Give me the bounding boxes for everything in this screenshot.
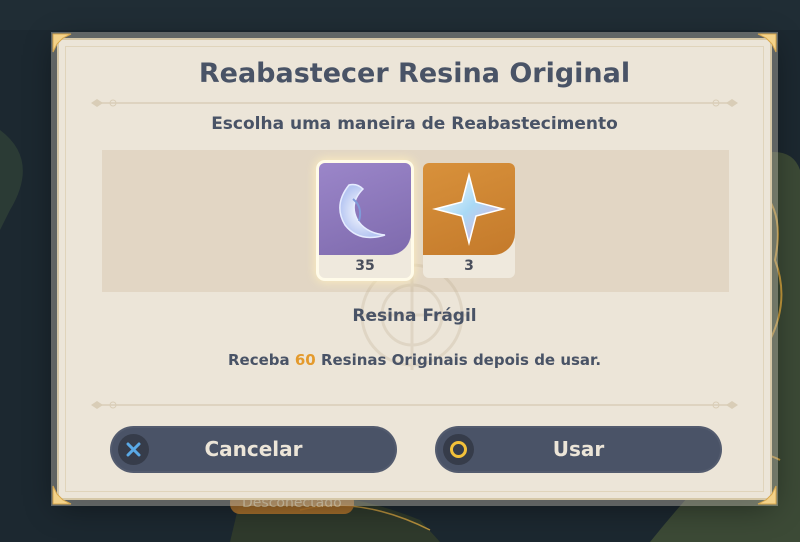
dialog-subtitle: Escolha uma maneira de Reabastecimento bbox=[211, 114, 618, 134]
description-suffix: Resinas Originais depois de usar. bbox=[315, 351, 602, 369]
corner-ornament-icon bbox=[51, 32, 73, 54]
corner-ornament-icon bbox=[756, 32, 778, 54]
cancel-button-label: Cancelar bbox=[204, 437, 303, 461]
item-count: 3 bbox=[464, 258, 474, 274]
use-button[interactable]: Usar bbox=[435, 426, 722, 473]
item-count: 35 bbox=[355, 258, 375, 274]
item-slot-fragile-resin[interactable]: 35 bbox=[319, 163, 411, 278]
corner-ornament-icon bbox=[756, 484, 778, 506]
footer-divider bbox=[91, 398, 738, 412]
corner-ornament-icon bbox=[51, 484, 73, 506]
resin-amount: 60 bbox=[294, 351, 316, 369]
selected-item-name: Resina Frágil bbox=[352, 306, 477, 326]
dialog-title: Reabastecer Resina Original bbox=[198, 58, 631, 89]
item-selection-panel: 35 3 bbox=[102, 150, 729, 370]
fragile-resin-icon bbox=[319, 163, 411, 255]
description-prefix: Receba bbox=[227, 351, 295, 369]
cancel-button[interactable]: Cancelar bbox=[110, 426, 397, 473]
item-description: Receba 60 Resinas Originais depois de us… bbox=[59, 351, 770, 369]
title-divider bbox=[91, 96, 738, 110]
item-slot-genesis-crystal[interactable]: 3 bbox=[423, 163, 515, 278]
replenish-resin-dialog: Reabastecer Resina Original Escolha uma … bbox=[52, 33, 777, 505]
genesis-crystal-icon bbox=[423, 163, 515, 255]
use-button-label: Usar bbox=[552, 437, 605, 461]
